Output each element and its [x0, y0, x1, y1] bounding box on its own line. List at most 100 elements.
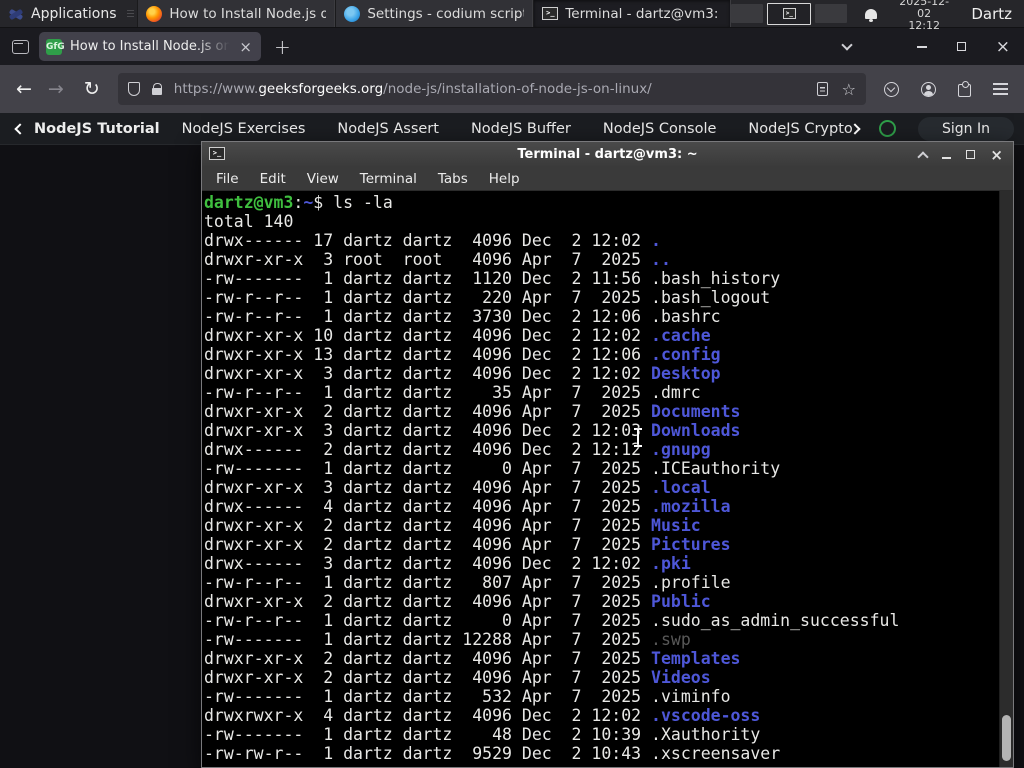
clock-date: 2025-12-02: [899, 0, 950, 20]
terminal-line: -rw-r--r-- 1 dartz dartz 3730 Dec 2 12:0…: [204, 307, 999, 326]
clock-time: 12:12: [908, 18, 941, 32]
terminal-line: -rw------- 1 dartz dartz 532 Apr 7 2025 …: [204, 687, 999, 706]
user-menu[interactable]: Dartz: [971, 5, 1012, 23]
file-name: .viminfo: [651, 687, 731, 706]
terminal-menu-item[interactable]: Edit: [260, 171, 286, 187]
tracking-shield-icon[interactable]: [127, 82, 140, 96]
applications-menu-button[interactable]: Applications: [0, 0, 127, 27]
terminal-minimize-button[interactable]: [942, 156, 952, 159]
navigation-toolbar: ← → ↻ https://www.geeksforgeeks.org/node…: [0, 65, 1024, 113]
maximize-button[interactable]: [956, 42, 966, 51]
minimize-button[interactable]: [916, 45, 927, 48]
file-name: .swp: [651, 630, 691, 649]
nav-item-tutorial[interactable]: NodeJS Tutorial: [34, 121, 160, 137]
browser-tab-active[interactable]: GfG How to Install Node.js on ×: [39, 32, 261, 61]
toolbar-icons: [884, 80, 1008, 97]
nav-item[interactable]: NodeJS Exercises: [182, 121, 306, 137]
nav-item[interactable]: NodeJS Buffer: [471, 121, 571, 137]
terminal-menu-item[interactable]: Help: [489, 171, 520, 187]
terminal-menu-item[interactable]: Terminal: [360, 171, 417, 187]
account-icon[interactable]: [921, 81, 936, 97]
reader-mode-icon[interactable]: [816, 82, 828, 96]
search-icon[interactable]: [879, 120, 896, 137]
file-name: Documents: [651, 402, 741, 421]
chevron-left-icon[interactable]: [14, 122, 26, 135]
shade-button[interactable]: [917, 150, 930, 163]
terminal-line: -rw-r--r-- 1 dartz dartz 0 Apr 7 2025 .s…: [204, 611, 999, 630]
list-all-tabs-chevron-icon[interactable]: [841, 38, 853, 51]
file-meta: drwxr-xr-x 2 dartz dartz 4096 Apr 7 2025: [204, 592, 652, 611]
notification-bell-icon[interactable]: [865, 8, 878, 22]
url-text[interactable]: https://www.geeksforgeeks.org/node-js/in…: [174, 81, 817, 97]
menu-hamburger-icon[interactable]: [993, 88, 1008, 90]
nav-item[interactable]: NodeJS Crypto: [748, 121, 852, 137]
workspace-switcher[interactable]: >_: [731, 0, 848, 27]
workspace-cell[interactable]: [815, 4, 848, 23]
file-name: .: [651, 231, 661, 250]
terminal-line: -rw-r--r-- 1 dartz dartz 807 Apr 7 2025 …: [204, 573, 999, 592]
close-button[interactable]: ×: [996, 38, 1010, 55]
task-button[interactable]: >_ Terminal - dartz@vm3: ~: [533, 0, 732, 27]
terminal-line: drwxr-xr-x 2 dartz dartz 4096 Apr 7 2025…: [204, 535, 999, 554]
file-meta: drwxr-xr-x 2 dartz dartz 4096 Apr 7 2025: [204, 535, 652, 554]
terminal-icon: >_: [782, 8, 796, 19]
file-name: .mozilla: [651, 497, 731, 516]
tasklist-handle[interactable]: [126, 0, 135, 27]
scrollbar-thumb[interactable]: [1002, 715, 1011, 761]
terminal-line: drwxr-xr-x 2 dartz dartz 4096 Apr 7 2025…: [204, 516, 999, 535]
sign-in-button[interactable]: Sign In: [918, 116, 1014, 141]
terminal-icon: >_: [542, 7, 559, 20]
terminal-scrollbar[interactable]: [999, 191, 1013, 767]
lock-icon[interactable]: [151, 83, 163, 95]
reload-icon[interactable]: ↻: [84, 78, 100, 100]
new-tab-button[interactable]: +: [274, 35, 291, 59]
terminal-title: Terminal - dartz@vm3: ~: [517, 147, 698, 162]
terminal-line: -rw-r--r-- 1 dartz dartz 220 Apr 7 2025 …: [204, 288, 999, 307]
terminal-close-button[interactable]: ×: [990, 147, 1003, 162]
extensions-icon[interactable]: [958, 80, 971, 97]
panel-clock[interactable]: 2025-12-02 12:12: [893, 0, 955, 32]
top-panel: Applications How to Install Node.js o...…: [0, 0, 1024, 31]
task-button[interactable]: Settings - codium script...: [335, 0, 534, 27]
firefox-view-icon[interactable]: [12, 39, 29, 54]
file-meta: -rw------- 1 dartz dartz 48 Dec 2 10:39: [204, 725, 652, 744]
window-tasklist: How to Install Node.js o... Settings - co…: [137, 0, 732, 27]
file-name: Templates: [651, 649, 741, 668]
pocket-icon[interactable]: [884, 81, 899, 97]
prompt-colon: :: [293, 193, 304, 212]
back-icon[interactable]: ←: [16, 78, 32, 100]
prompt-user-host: dartz@vm3: [204, 193, 294, 212]
tab-close-icon[interactable]: ×: [237, 38, 254, 56]
forward-icon[interactable]: →: [48, 78, 64, 100]
terminal-maximize-button[interactable]: [966, 150, 976, 159]
task-button[interactable]: How to Install Node.js o...: [137, 0, 336, 27]
gfg-favicon: GfG: [46, 38, 65, 55]
file-meta: drwxr-xr-x 3 root root 4096 Apr 7 2025: [204, 250, 652, 269]
file-name: .ICEauthority: [651, 459, 781, 478]
file-meta: drwxr-xr-x 2 dartz dartz 4096 Apr 7 2025: [204, 649, 652, 668]
file-meta: -rw------- 1 dartz dartz 0 Apr 7 2025: [204, 459, 652, 478]
terminal-menu-item[interactable]: Tabs: [438, 171, 468, 187]
terminal-titlebar[interactable]: >_ Terminal - dartz@vm3: ~ ×: [202, 142, 1013, 167]
terminal-output[interactable]: dartz@vm3:~$ ls -la total 140 drwx------ 1…: [202, 191, 999, 767]
url-bar[interactable]: https://www.geeksforgeeks.org/node-js/in…: [117, 73, 866, 105]
workspace-cell[interactable]: [731, 4, 764, 23]
file-name: ..: [651, 250, 671, 269]
file-name: .pki: [651, 554, 691, 573]
terminal-menu-item[interactable]: File: [216, 171, 239, 187]
terminal-line: drwxr-xr-x 2 dartz dartz 4096 Apr 7 2025…: [204, 592, 999, 611]
terminal-line: -rw-rw-r-- 1 dartz dartz 9529 Dec 2 10:4…: [204, 744, 999, 763]
terminal-line: drwxrwxr-x 4 dartz dartz 4096 Dec 2 12:0…: [204, 706, 999, 725]
terminal-menu-item[interactable]: View: [307, 171, 339, 187]
file-meta: drwxr-xr-x 3 dartz dartz 4096 Dec 2 12:0…: [204, 421, 652, 440]
nav-item[interactable]: NodeJS Assert: [337, 121, 439, 137]
file-name: .bash_history: [651, 269, 781, 288]
terminal-line: drwxr-xr-x 10 dartz dartz 4096 Dec 2 12:…: [204, 326, 999, 345]
bookmark-star-icon[interactable]: ☆: [842, 80, 856, 99]
terminal-prompt-line: dartz@vm3:~$ ls -la: [204, 193, 999, 212]
terminal-line: -rw-r--r-- 1 dartz dartz 35 Apr 7 2025 .…: [204, 383, 999, 402]
workspace-cell-active[interactable]: >_: [767, 2, 812, 25]
terminal-line: drwxr-xr-x 3 dartz dartz 4096 Apr 7 2025…: [204, 478, 999, 497]
url-scheme: https://www.: [173, 81, 259, 97]
nav-item[interactable]: NodeJS Console: [603, 121, 717, 137]
